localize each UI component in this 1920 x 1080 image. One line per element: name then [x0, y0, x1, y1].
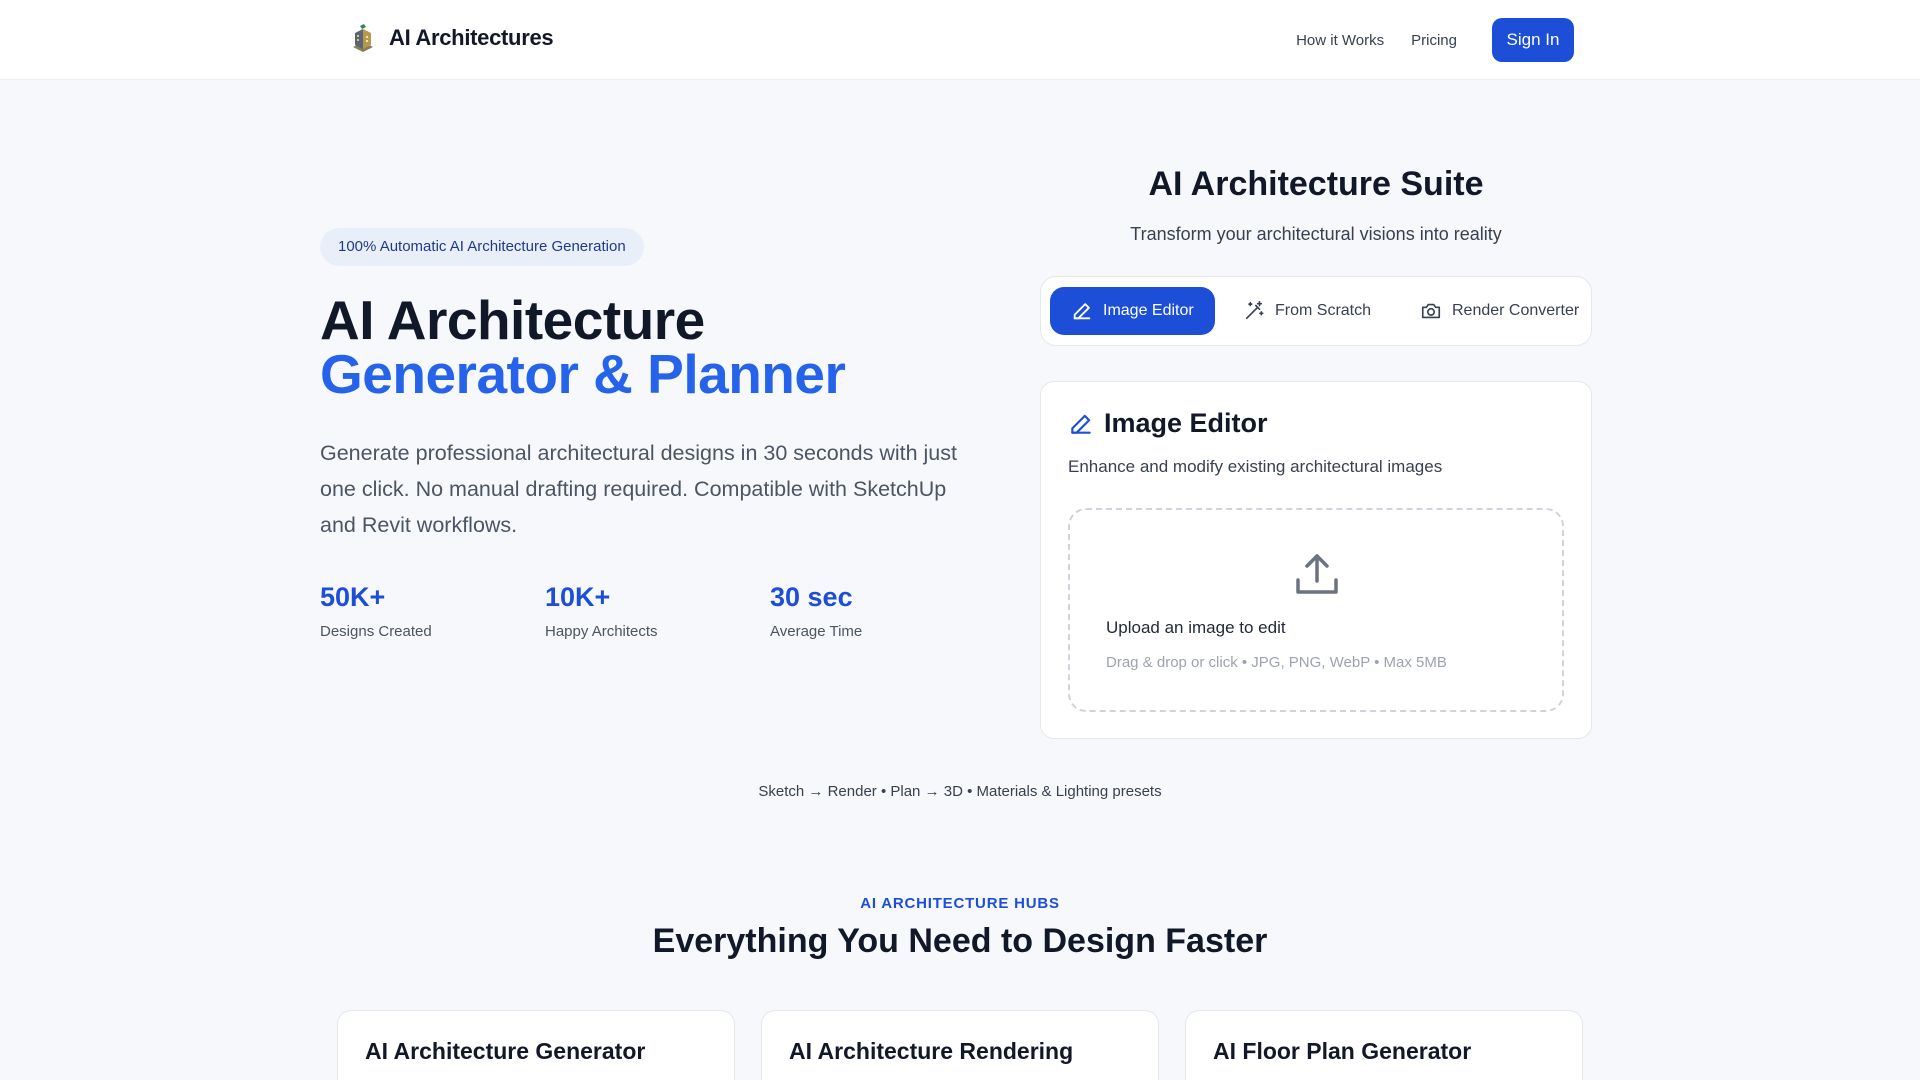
- upload-hint: Drag & drop or click • JPG, PNG, WebP • …: [1106, 654, 1447, 671]
- tab-image-editor[interactable]: Image Editor: [1050, 287, 1215, 335]
- stat-happy-architects: 10K+ Happy Architects: [545, 582, 658, 640]
- pencil-icon: [1071, 414, 1091, 434]
- stat-label: Designs Created: [320, 623, 432, 640]
- stat-designs-created: 50K+ Designs Created: [320, 582, 432, 640]
- stat-label: Average Time: [770, 623, 863, 640]
- hub-card-architecture-generator[interactable]: AI Architecture Generator: [337, 1010, 735, 1080]
- brand-logo[interactable]: AI Architectures: [345, 20, 554, 56]
- sign-in-button[interactable]: Sign In: [1492, 18, 1574, 62]
- suite-title: AI Architecture Suite: [1148, 165, 1484, 203]
- upload-icon: [1296, 554, 1338, 594]
- stat-average-time: 30 sec Average Time: [770, 582, 862, 640]
- hero-title-line-2: Generator & Planner: [320, 343, 846, 405]
- hero-description: Generate professional architectural desi…: [320, 441, 957, 537]
- magic-wand-icon: [1245, 301, 1264, 320]
- image-upload-dropzone[interactable]: Upload an image to edit Drag & drop or c…: [1068, 508, 1564, 712]
- hero-badge: 100% Automatic AI Architecture Generatio…: [320, 228, 644, 266]
- hub-card-architecture-rendering[interactable]: AI Architecture Rendering: [761, 1010, 1159, 1080]
- nav-pricing[interactable]: Pricing: [1411, 32, 1457, 49]
- stat-value: 50K+: [320, 582, 386, 612]
- main-nav: How it Works Pricing Sign In: [1296, 18, 1574, 62]
- upload-title: Upload an image to edit: [1106, 618, 1286, 637]
- tab-label: Render Converter: [1452, 302, 1580, 319]
- nav-how-it-works[interactable]: How it Works: [1296, 32, 1384, 49]
- tab-from-scratch[interactable]: From Scratch: [1243, 287, 1371, 335]
- suite-subtitle: Transform your architectural visions int…: [1130, 224, 1502, 244]
- tab-label: From Scratch: [1275, 302, 1372, 319]
- panel-title: Image Editor: [1104, 408, 1268, 438]
- image-editor-panel: Image Editor Enhance and modify existing…: [1040, 381, 1592, 739]
- stat-label: Happy Architects: [545, 623, 658, 640]
- hero-title: AI Architecture Generator & Planner: [320, 289, 846, 405]
- site-header: AI Architectures How it Works Pricing Si…: [0, 0, 1920, 80]
- camera-icon: [1421, 303, 1441, 319]
- tab-render-converter[interactable]: Render Converter: [1420, 287, 1579, 335]
- hub-card-title: AI Architecture Generator: [365, 1038, 646, 1064]
- panel-header: Image Editor: [1068, 408, 1268, 439]
- hero-title-line-1: AI Architecture: [320, 289, 705, 351]
- building-logo-icon: [353, 24, 373, 52]
- tab-label: Image Editor: [1103, 302, 1194, 319]
- stat-value: 10K+: [545, 582, 611, 612]
- stat-value: 30 sec: [770, 582, 853, 612]
- hub-card-title: AI Architecture Rendering: [789, 1038, 1074, 1064]
- hub-card-title: AI Floor Plan Generator: [1213, 1038, 1472, 1064]
- pencil-icon: [1073, 303, 1091, 320]
- suite-tabs: Image Editor From Scratch Render Convert…: [1040, 276, 1592, 346]
- panel-subtitle: Enhance and modify existing architectura…: [1068, 457, 1443, 476]
- hubs-eyebrow: AI ARCHITECTURE HUBS: [860, 895, 1060, 912]
- workflow-note: Sketch → Render • Plan → 3D • Materials …: [758, 783, 1162, 800]
- brand-name: AI Architectures: [389, 25, 554, 50]
- hubs-title: Everything You Need to Design Faster: [652, 922, 1268, 960]
- hub-card-floor-plan-generator[interactable]: AI Floor Plan Generator: [1185, 1010, 1583, 1080]
